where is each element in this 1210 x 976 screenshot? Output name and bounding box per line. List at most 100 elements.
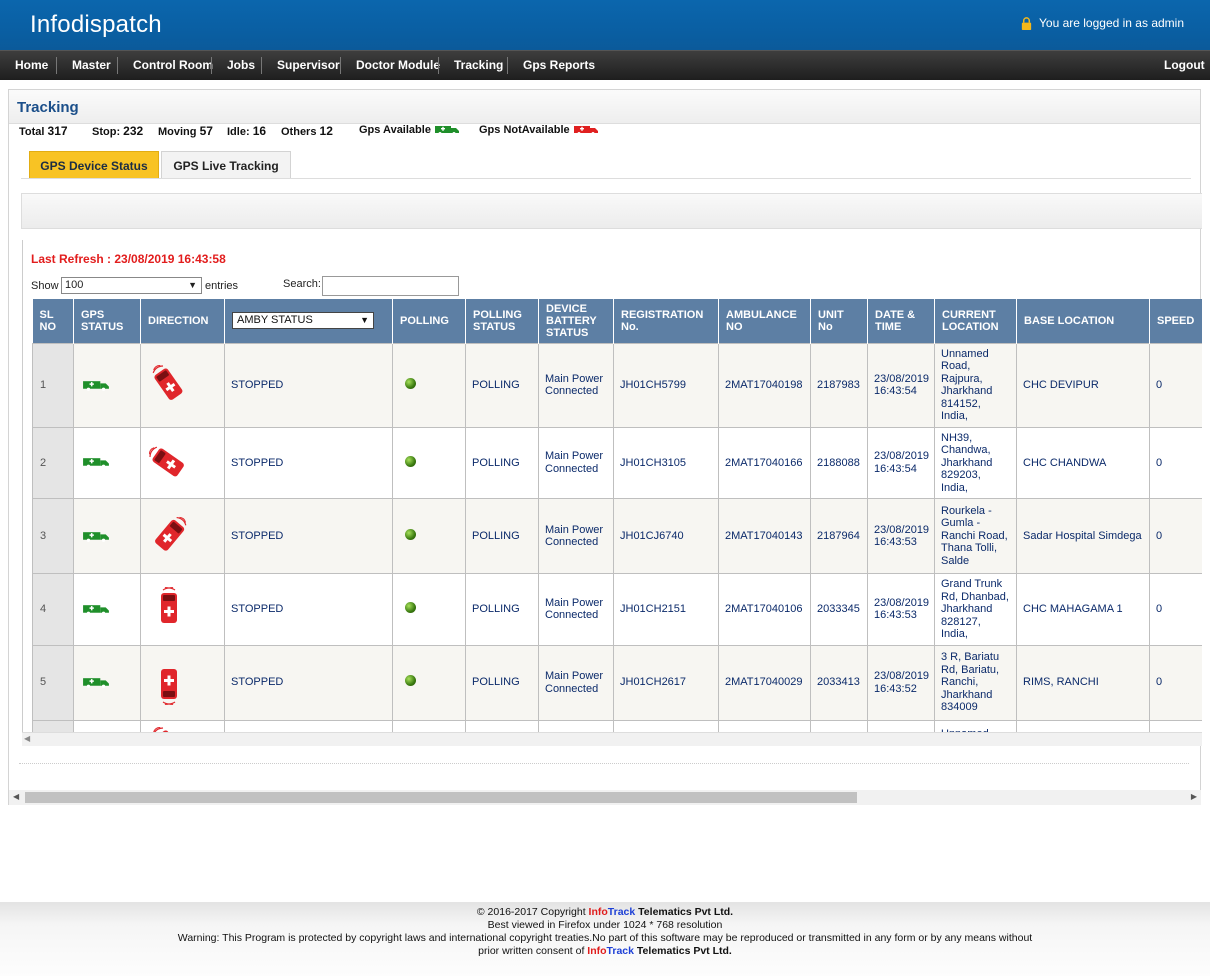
col-base-location[interactable]: BASE LOCATION	[1016, 299, 1150, 343]
entries-value: 100	[65, 279, 84, 291]
entries-label: entries	[205, 280, 239, 292]
cell-battery-status: Main Power Connected	[538, 342, 614, 428]
nav-logout[interactable]: Logout	[1164, 51, 1205, 80]
col-polling[interactable]: POLLING	[392, 299, 466, 343]
col-amby-status[interactable]: AMBY STATUS ▼	[224, 299, 393, 343]
ambulance-green-icon	[83, 458, 109, 469]
cell-ambulance-no: 2MAT17040029	[718, 644, 811, 721]
brand-info-text: Info	[588, 906, 608, 918]
cell-base-location: CHC DEVIPUR	[1016, 342, 1150, 428]
cell-sl-no: 1	[32, 342, 74, 428]
nav-doctor-module[interactable]: Doctor Module	[356, 51, 440, 80]
legend-gps-available: Gps Available	[359, 124, 460, 136]
table-header-row: SL NO GPS STATUS DIRECTION AMBY STATUS ▼…	[32, 299, 1202, 343]
login-text: You are logged in as admin	[1039, 16, 1184, 30]
col-gps-status[interactable]: GPS STATUS	[73, 299, 141, 343]
tab-divider	[21, 178, 1191, 179]
nav-separator	[507, 57, 508, 74]
table-row[interactable]: 3 STOPPED POLLING Main Power Connected JH01C…	[32, 498, 1202, 574]
nav-home[interactable]: Home	[15, 51, 48, 80]
nav-tracking[interactable]: Tracking	[454, 51, 503, 80]
cell-unit-no: 2033345	[810, 573, 868, 646]
cell-speed: 0	[1149, 498, 1202, 574]
ambulance-green-icon	[83, 531, 109, 542]
ambulance-direction-ne-icon	[149, 446, 184, 477]
copyright-text: © 2016-2017 Copyright	[476, 906, 586, 918]
footer-consent: prior written consent of InfoTrack Telem…	[0, 945, 1210, 958]
scroll-left-icon[interactable]: ◀	[13, 792, 19, 801]
table-row[interactable]: 5 STOPPED POLLING Main Power Connected JH01C…	[32, 644, 1202, 721]
legend-gps-not-available: Gps NotAvailable	[479, 124, 599, 136]
show-label: Show	[31, 280, 59, 292]
cell-ambulance-no: 2MAT17040143	[718, 498, 811, 574]
tab-gps-device-status[interactable]: GPS Device Status	[29, 151, 159, 179]
nav-gps-reports[interactable]: Gps Reports	[523, 51, 595, 80]
footer-warning: Warning: This Program is protected by co…	[177, 932, 1033, 944]
scroll-left-icon[interactable]: ◀	[24, 734, 30, 743]
col-device-battery-status[interactable]: DEVICE BATTERY STATUS	[538, 299, 614, 343]
col-sl-no[interactable]: SL NO	[32, 299, 74, 343]
cell-speed: 0	[1149, 573, 1202, 646]
company-text: Telematics Pvt Ltd.	[638, 906, 734, 918]
cell-registration-no: JH01CJ6740	[613, 498, 719, 574]
scrollbar-thumb[interactable]	[25, 792, 857, 803]
cell-base-location: Sadar Hospital Simdega	[1016, 498, 1150, 574]
ambulance-red-icon	[573, 126, 598, 136]
tab-gps-live-tracking[interactable]: GPS Live Tracking	[161, 151, 291, 179]
page-horizontal-scrollbar[interactable]: ◀ ▶	[9, 790, 1201, 805]
nav-supervisor[interactable]: Supervisor	[277, 51, 340, 80]
cell-battery-status: Main Power Connected	[538, 644, 614, 721]
moving-label: Moving	[158, 126, 197, 138]
col-direction[interactable]: DIRECTION	[140, 299, 225, 343]
cell-battery-status: Main Power Connected	[538, 498, 614, 574]
col-ambulance-no[interactable]: AMBULANCE NO	[718, 299, 811, 343]
col-current-location[interactable]: CURRENT LOCATION	[934, 299, 1017, 343]
amby-status-filter-value: AMBY STATUS	[237, 314, 313, 327]
search-input[interactable]	[322, 276, 459, 296]
cell-polling-status: POLLING	[465, 573, 539, 646]
chevron-down-icon: ▼	[360, 315, 369, 326]
nav-separator	[56, 57, 57, 74]
page-footer: © 2016-2017 Copyright InfoTrack Telemati…	[0, 902, 1210, 976]
cell-polling-status: POLLING	[465, 644, 539, 721]
total-value: 317	[47, 124, 68, 138]
footer-browser-note: Best viewed in Firefox under 1024 * 768 …	[487, 919, 723, 931]
table-scrollbar[interactable]: ◀	[22, 732, 1202, 746]
app-header: Infodispatch You are logged in as admin	[0, 0, 1210, 50]
summary-total: Total 317	[19, 124, 68, 138]
col-registration-no[interactable]: REGISTRATION No.	[613, 299, 719, 343]
table-row[interactable]: 2 STOPPED POLLING Main Power Connected JH01C…	[32, 426, 1202, 499]
table-row[interactable]: 4 STOPPED POLLING Main Power Connected JH01C…	[32, 573, 1202, 646]
entries-select[interactable]: 100 ▼	[61, 277, 202, 294]
brand-info-text: Info	[587, 945, 607, 957]
nav-master[interactable]: Master	[72, 51, 111, 80]
scroll-right-icon[interactable]: ▶	[1191, 792, 1197, 801]
col-polling-status[interactable]: POLLING STATUS	[465, 299, 539, 343]
polling-indicator-icon	[405, 377, 416, 389]
others-value: 12	[319, 124, 333, 138]
page-title: Tracking	[17, 99, 79, 116]
nav-control-room[interactable]: Control Room	[133, 51, 213, 80]
cell-gps-status	[73, 498, 141, 574]
nav-jobs[interactable]: Jobs	[227, 51, 255, 80]
cell-unit-no: 2188088	[810, 426, 868, 499]
cell-current-location: 3 R, Bariatu Rd, Bariatu, Ranchi, Jharkh…	[934, 644, 1017, 721]
col-date-time[interactable]: DATE & TIME	[867, 299, 935, 343]
amby-status-filter[interactable]: AMBY STATUS ▼	[232, 312, 374, 330]
cell-direction	[140, 644, 225, 721]
table-row[interactable]: 1 STOPPED POLLING Main Power Connected JH01C…	[32, 342, 1202, 428]
total-label: Total	[19, 126, 45, 138]
cell-base-location: RIMS, RANCHI	[1016, 644, 1150, 721]
panel-header: Tracking	[9, 90, 1200, 124]
cell-gps-status	[73, 573, 141, 646]
ambulance-green-icon	[83, 604, 109, 615]
cell-gps-status	[73, 426, 141, 499]
search-label: Search:	[283, 278, 321, 290]
tracking-panel: Tracking Total 317 Stop: 232 Moving 57 I…	[8, 89, 1202, 805]
cell-gps-status	[73, 342, 141, 428]
cell-direction	[140, 498, 225, 574]
col-speed[interactable]: SPEED	[1149, 299, 1202, 343]
col-unit-no[interactable]: UNIT No	[810, 299, 868, 343]
cell-current-location: Unnamed Road, Rajpura, Jharkhand 814152,…	[934, 342, 1017, 428]
cell-sl-no: 5	[32, 644, 74, 721]
